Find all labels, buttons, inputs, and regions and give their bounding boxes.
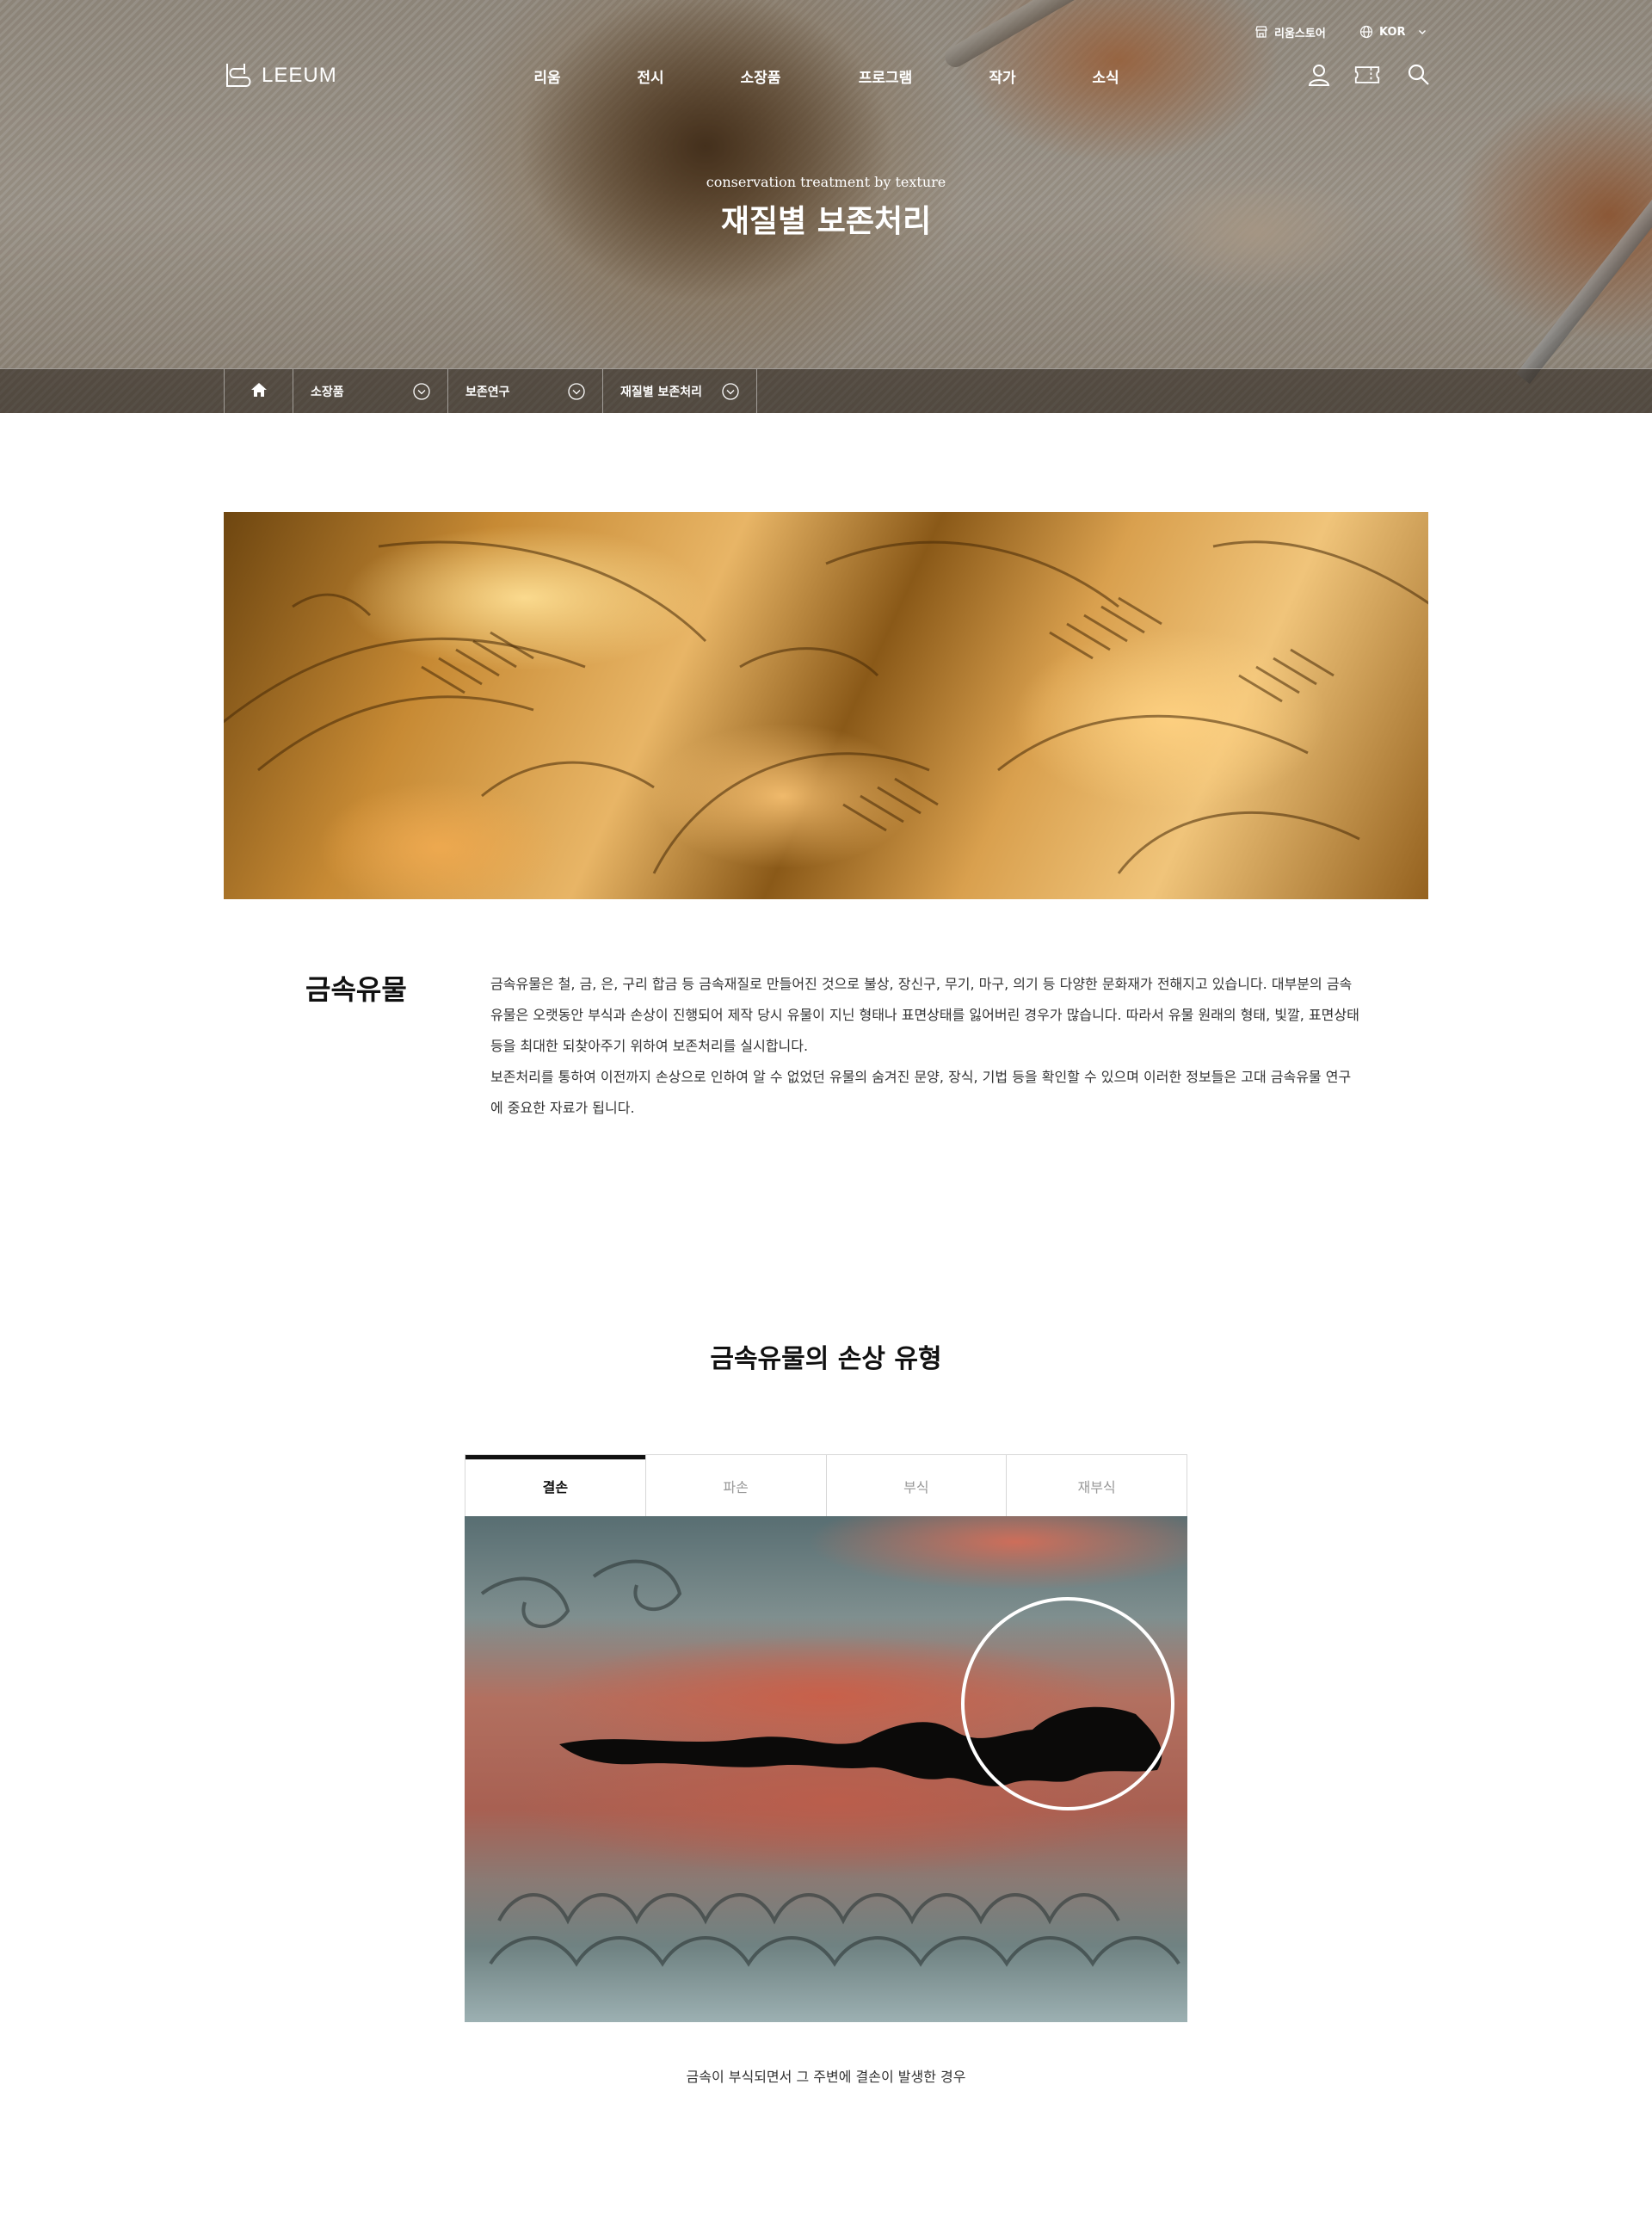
chevron-down-circle-icon (413, 383, 430, 400)
store-label: 리움스토어 (1274, 27, 1326, 40)
intro-title: 금속유물 (305, 973, 407, 1006)
ticket-icon[interactable] (1354, 62, 1380, 88)
damage-section-title: 금속유물의 손상 유형 (710, 1344, 942, 1374)
language-selector[interactable]: KOR (1359, 22, 1427, 41)
metal-artifact-banner-image (224, 512, 1428, 899)
nav-item-news[interactable]: 소식 (1092, 65, 1119, 87)
damage-example-image (465, 1516, 1187, 2022)
chevron-down-circle-icon (722, 383, 739, 400)
breadcrumb-item-conservation[interactable]: 보존연구 (447, 369, 602, 413)
nav-item-collection[interactable]: 소장품 (741, 65, 781, 87)
store-icon (1254, 25, 1268, 39)
breadcrumb-item-by-texture[interactable]: 재질별 보존처리 (602, 369, 757, 413)
user-icon[interactable] (1306, 62, 1332, 88)
breadcrumb-label: 소장품 (311, 385, 344, 399)
main-navigation: 리움 전시 소장품 프로그램 작가 소식 (0, 65, 1652, 88)
hero-section: 리움스토어 KOR LEEUM 리움 전시 소장품 프로그램 작가 소식 con… (0, 0, 1652, 413)
home-icon (250, 382, 268, 401)
nav-item-leeum[interactable]: 리움 (533, 65, 560, 87)
language-label: KOR (1379, 25, 1406, 39)
nav-item-exhibition[interactable]: 전시 (637, 65, 663, 87)
breadcrumb-item-collection[interactable]: 소장품 (293, 369, 447, 413)
breadcrumb: 소장품 보존연구 재질별 보존처리 (0, 368, 1652, 413)
nav-item-program[interactable]: 프로그램 (859, 65, 913, 87)
tab-breakage[interactable]: 파손 (644, 1455, 826, 1516)
chevron-down-icon (1418, 28, 1427, 36)
intro-paragraph: 금속유물은 철, 금, 은, 구리 합금 등 금속재질로 만들어진 것으로 불상… (490, 976, 1359, 1054)
intro-description: 금속유물은 철, 금, 은, 구리 합금 등 금속재질로 만들어진 것으로 불상… (490, 969, 1361, 1124)
damage-type-tabs: 결손 파손 부식 재부식 (465, 1454, 1187, 1516)
hero-subtitle: conservation treatment by texture (706, 174, 946, 190)
page-title: 재질별 보존처리 (720, 203, 932, 239)
damage-caption: 금속이 부식되면서 그 주변에 결손이 발생한 경우 (686, 2069, 966, 2085)
tab-corrosion[interactable]: 부식 (825, 1455, 1007, 1516)
breadcrumb-home[interactable] (224, 369, 293, 413)
nav-item-artist[interactable]: 작가 (989, 65, 1015, 87)
breadcrumb-label: 재질별 보존처리 (620, 385, 703, 399)
tab-loss[interactable]: 결손 (465, 1455, 645, 1516)
tab-recorrosion[interactable]: 재부식 (1006, 1455, 1187, 1516)
globe-icon (1359, 25, 1373, 39)
store-link[interactable]: 리움스토어 (1254, 22, 1326, 41)
chevron-down-circle-icon (568, 383, 585, 400)
search-icon[interactable] (1406, 62, 1432, 88)
breadcrumb-label: 보존연구 (465, 385, 510, 399)
intro-paragraph: 보존처리를 통하여 이전까지 손상으로 인하여 알 수 없었던 유물의 숨겨진 … (490, 1069, 1352, 1116)
